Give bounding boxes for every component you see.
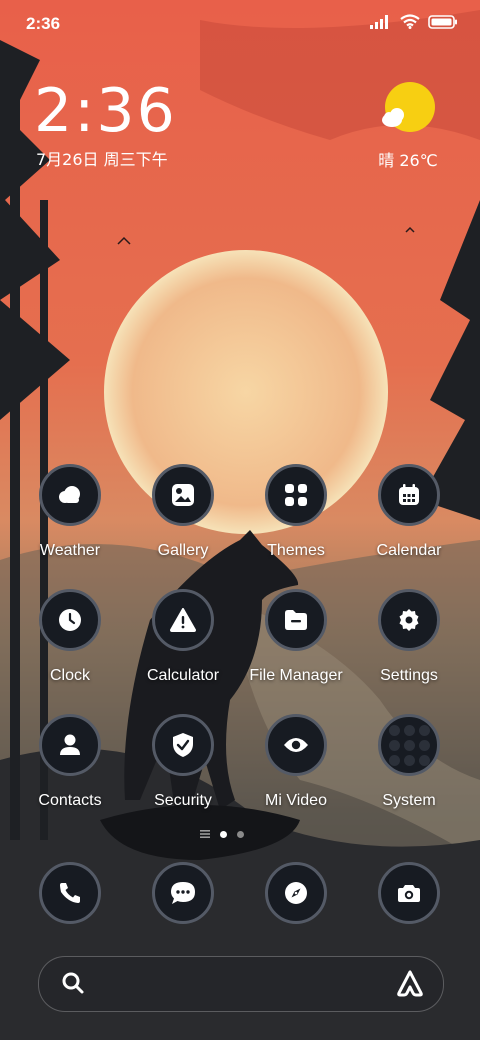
app-contacts[interactable]: Contacts — [13, 714, 127, 810]
gallery-icon — [152, 464, 214, 526]
app-label: Mi Video — [265, 792, 327, 809]
messages-icon — [152, 862, 214, 924]
page-list-icon — [200, 830, 210, 838]
clock-widget-date: 7月26日 周三下午 — [36, 150, 168, 169]
app-label: Gallery — [157, 542, 209, 559]
app-settings[interactable]: Settings — [352, 589, 466, 685]
wifi-icon — [400, 14, 420, 34]
weather-text: 晴 26℃ — [378, 151, 438, 170]
search-icon[interactable] — [61, 971, 85, 1000]
camera-icon — [378, 862, 440, 924]
assistant-icon[interactable] — [395, 969, 425, 1002]
weather-widget[interactable]: 晴 26℃ — [368, 82, 448, 171]
dock-messages[interactable] — [126, 862, 240, 924]
calendar-icon — [378, 464, 440, 526]
app-label: Themes — [267, 542, 325, 559]
contacts-icon — [39, 714, 101, 776]
app-label: Contacts — [38, 792, 102, 809]
app-calculator[interactable]: Calculator — [126, 589, 240, 685]
file-manager-icon — [265, 589, 327, 651]
app-label: Weather — [39, 542, 101, 559]
app-themes[interactable]: Themes — [239, 464, 353, 560]
app-label: Calculator — [146, 667, 220, 684]
app-label: Settings — [380, 667, 438, 684]
dock-camera[interactable] — [352, 862, 466, 924]
app-calendar[interactable]: Calendar — [352, 464, 466, 560]
clock-icon — [39, 589, 101, 651]
signal-icon — [370, 14, 392, 34]
weather-icon — [39, 464, 101, 526]
status-bar-time: 2:36 — [26, 14, 61, 33]
app-system-folder[interactable]: System — [352, 714, 466, 810]
page-dot-1[interactable] — [220, 830, 227, 838]
system-folder-icon — [378, 714, 440, 776]
app-mi-video[interactable]: Mi Video — [239, 714, 353, 810]
app-clock[interactable]: Clock — [13, 589, 127, 685]
mi-video-icon — [265, 714, 327, 776]
search-bar[interactable] — [38, 956, 444, 1012]
status-bar-icons — [370, 14, 458, 34]
phone-icon — [39, 862, 101, 924]
calculator-icon — [152, 589, 214, 651]
app-gallery[interactable]: Gallery — [126, 464, 240, 560]
dock-phone[interactable] — [13, 862, 127, 924]
app-label: Calendar — [376, 542, 442, 559]
app-file-manager[interactable]: File Manager — [239, 589, 353, 685]
sun-cloud-icon — [380, 82, 436, 140]
app-label: System — [382, 792, 436, 809]
themes-icon — [265, 464, 327, 526]
clock-widget-time[interactable]: 2:36 — [34, 76, 177, 146]
battery-icon — [428, 14, 458, 34]
settings-icon — [378, 589, 440, 651]
security-icon — [152, 714, 214, 776]
dock-browser[interactable] — [239, 862, 353, 924]
app-label: File Manager — [249, 667, 343, 684]
app-label: Clock — [49, 667, 90, 684]
page-dot-2[interactable] — [237, 830, 244, 838]
app-weather[interactable]: Weather — [13, 464, 127, 560]
app-security[interactable]: Security — [126, 714, 240, 810]
browser-icon — [265, 862, 327, 924]
app-label: Security — [154, 792, 212, 809]
page-indicator[interactable] — [200, 830, 244, 838]
